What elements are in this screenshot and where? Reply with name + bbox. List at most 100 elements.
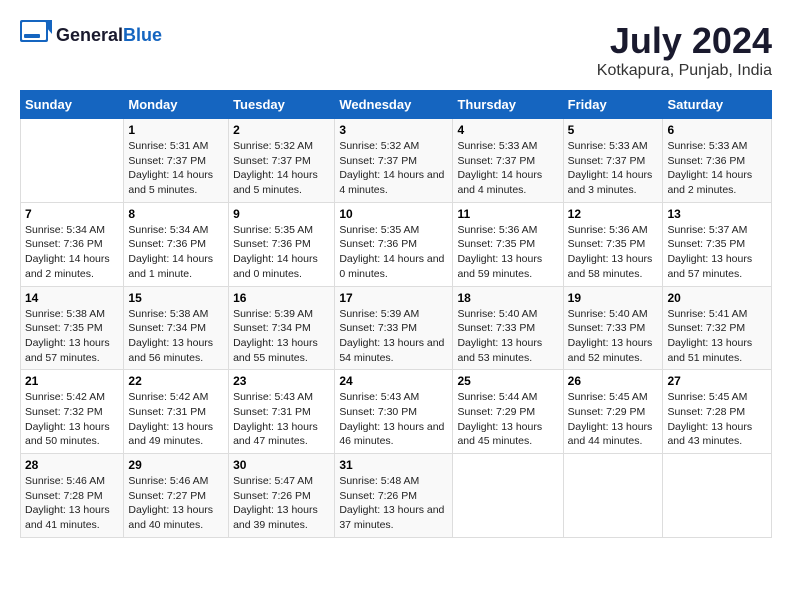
day-cell — [563, 454, 663, 538]
day-number: 12 — [568, 207, 659, 221]
day-info: Sunrise: 5:32 AMSunset: 7:37 PMDaylight:… — [233, 139, 330, 198]
day-cell: 30 Sunrise: 5:47 AMSunset: 7:26 PMDayligh… — [229, 454, 335, 538]
col-tuesday: Tuesday — [229, 91, 335, 119]
day-cell: 17 Sunrise: 5:39 AMSunset: 7:33 PMDayligh… — [335, 286, 453, 370]
day-cell — [21, 119, 124, 203]
day-cell: 15 Sunrise: 5:38 AMSunset: 7:34 PMDayligh… — [124, 286, 229, 370]
subtitle: Kotkapura, Punjab, India — [597, 62, 772, 80]
day-number: 6 — [667, 123, 767, 137]
col-wednesday: Wednesday — [335, 91, 453, 119]
day-cell: 10Sunrise: 5:35 AMSunset: 7:36 PMDayligh… — [335, 202, 453, 286]
day-info: Sunrise: 5:36 AMSunset: 7:35 PMDaylight:… — [457, 223, 558, 282]
week-row-3: 14 Sunrise: 5:38 AMSunset: 7:35 PMDayligh… — [21, 286, 772, 370]
day-number: 5 — [568, 123, 659, 137]
day-cell: 25 Sunrise: 5:44 AMSunset: 7:29 PMDayligh… — [453, 370, 563, 454]
day-number: 31 — [339, 458, 448, 472]
day-info: Sunrise: 5:39 AMSunset: 7:33 PMDaylight:… — [339, 307, 448, 366]
logo-text: GeneralBlue — [56, 25, 162, 46]
day-number: 8 — [128, 207, 224, 221]
day-cell: 11 Sunrise: 5:36 AMSunset: 7:35 PMDayligh… — [453, 202, 563, 286]
day-number: 17 — [339, 291, 448, 305]
day-number: 18 — [457, 291, 558, 305]
day-number: 16 — [233, 291, 330, 305]
day-cell: 20 Sunrise: 5:41 AMSunset: 7:32 PMDayligh… — [663, 286, 772, 370]
day-number: 11 — [457, 207, 558, 221]
day-number: 24 — [339, 374, 448, 388]
day-number: 23 — [233, 374, 330, 388]
header-row: Sunday Monday Tuesday Wednesday Thursday… — [21, 91, 772, 119]
day-info: Sunrise: 5:33 AMSunset: 7:37 PMDaylight:… — [568, 139, 659, 198]
day-number: 30 — [233, 458, 330, 472]
day-cell: 26 Sunrise: 5:45 AMSunset: 7:29 PMDayligh… — [563, 370, 663, 454]
day-number: 1 — [128, 123, 224, 137]
logo-icon — [20, 20, 52, 50]
day-info: Sunrise: 5:36 AMSunset: 7:35 PMDaylight:… — [568, 223, 659, 282]
day-info: Sunrise: 5:38 AMSunset: 7:35 PMDaylight:… — [25, 307, 119, 366]
day-cell: 12 Sunrise: 5:36 AMSunset: 7:35 PMDayligh… — [563, 202, 663, 286]
day-number: 25 — [457, 374, 558, 388]
week-row-2: 7 Sunrise: 5:34 AMSunset: 7:36 PMDaylight… — [21, 202, 772, 286]
day-info: Sunrise: 5:40 AMSunset: 7:33 PMDaylight:… — [457, 307, 558, 366]
day-number: 29 — [128, 458, 224, 472]
col-saturday: Saturday — [663, 91, 772, 119]
day-number: 15 — [128, 291, 224, 305]
day-cell: 2 Sunrise: 5:32 AMSunset: 7:37 PMDaylight… — [229, 119, 335, 203]
day-number: 14 — [25, 291, 119, 305]
day-info: Sunrise: 5:31 AMSunset: 7:37 PMDaylight:… — [128, 139, 224, 198]
day-number: 19 — [568, 291, 659, 305]
day-number: 28 — [25, 458, 119, 472]
day-info: Sunrise: 5:34 AMSunset: 7:36 PMDaylight:… — [128, 223, 224, 282]
day-info: Sunrise: 5:33 AMSunset: 7:36 PMDaylight:… — [667, 139, 767, 198]
day-info: Sunrise: 5:39 AMSunset: 7:34 PMDaylight:… — [233, 307, 330, 366]
day-cell: 14 Sunrise: 5:38 AMSunset: 7:35 PMDayligh… — [21, 286, 124, 370]
week-row-4: 21Sunrise: 5:42 AMSunset: 7:32 PMDayligh… — [21, 370, 772, 454]
header: GeneralBlue July 2024 Kotkapura, Punjab,… — [20, 20, 772, 80]
day-cell: 23 Sunrise: 5:43 AMSunset: 7:31 PMDayligh… — [229, 370, 335, 454]
main-title: July 2024 — [597, 20, 772, 62]
col-thursday: Thursday — [453, 91, 563, 119]
day-number: 22 — [128, 374, 224, 388]
day-number: 13 — [667, 207, 767, 221]
day-info: Sunrise: 5:41 AMSunset: 7:32 PMDaylight:… — [667, 307, 767, 366]
day-cell: 22 Sunrise: 5:42 AMSunset: 7:31 PMDayligh… — [124, 370, 229, 454]
logo-general: General — [56, 25, 123, 45]
day-info: Sunrise: 5:44 AMSunset: 7:29 PMDaylight:… — [457, 390, 558, 449]
day-info: Sunrise: 5:43 AMSunset: 7:30 PMDaylight:… — [339, 390, 448, 449]
day-number: 9 — [233, 207, 330, 221]
day-cell — [663, 454, 772, 538]
day-cell: 21Sunrise: 5:42 AMSunset: 7:32 PMDayligh… — [21, 370, 124, 454]
day-info: Sunrise: 5:45 AMSunset: 7:29 PMDaylight:… — [568, 390, 659, 449]
day-info: Sunrise: 5:38 AMSunset: 7:34 PMDaylight:… — [128, 307, 224, 366]
day-cell: 16 Sunrise: 5:39 AMSunset: 7:34 PMDayligh… — [229, 286, 335, 370]
day-number: 20 — [667, 291, 767, 305]
day-number: 21 — [25, 374, 119, 388]
day-info: Sunrise: 5:37 AMSunset: 7:35 PMDaylight:… — [667, 223, 767, 282]
day-number: 10 — [339, 207, 448, 221]
day-cell: 4Sunrise: 5:33 AMSunset: 7:37 PMDaylight… — [453, 119, 563, 203]
day-number: 27 — [667, 374, 767, 388]
week-row-1: 1 Sunrise: 5:31 AMSunset: 7:37 PMDaylight… — [21, 119, 772, 203]
day-cell: 1 Sunrise: 5:31 AMSunset: 7:37 PMDaylight… — [124, 119, 229, 203]
day-cell: 24 Sunrise: 5:43 AMSunset: 7:30 PMDayligh… — [335, 370, 453, 454]
logo-blue: Blue — [123, 25, 162, 45]
day-cell: 27 Sunrise: 5:45 AMSunset: 7:28 PMDayligh… — [663, 370, 772, 454]
day-cell: 3Sunrise: 5:32 AMSunset: 7:37 PMDaylight… — [335, 119, 453, 203]
day-info: Sunrise: 5:35 AMSunset: 7:36 PMDaylight:… — [233, 223, 330, 282]
day-info: Sunrise: 5:43 AMSunset: 7:31 PMDaylight:… — [233, 390, 330, 449]
day-info: Sunrise: 5:40 AMSunset: 7:33 PMDaylight:… — [568, 307, 659, 366]
day-cell: 28 Sunrise: 5:46 AMSunset: 7:28 PMDayligh… — [21, 454, 124, 538]
day-number: 26 — [568, 374, 659, 388]
logo: GeneralBlue — [20, 20, 162, 50]
day-cell: 31Sunrise: 5:48 AMSunset: 7:26 PMDayligh… — [335, 454, 453, 538]
day-number: 3 — [339, 123, 448, 137]
calendar-table: Sunday Monday Tuesday Wednesday Thursday… — [20, 90, 772, 538]
day-info: Sunrise: 5:47 AMSunset: 7:26 PMDaylight:… — [233, 474, 330, 533]
day-number: 2 — [233, 123, 330, 137]
day-info: Sunrise: 5:45 AMSunset: 7:28 PMDaylight:… — [667, 390, 767, 449]
day-info: Sunrise: 5:42 AMSunset: 7:31 PMDaylight:… — [128, 390, 224, 449]
day-cell: 5 Sunrise: 5:33 AMSunset: 7:37 PMDaylight… — [563, 119, 663, 203]
day-info: Sunrise: 5:46 AMSunset: 7:28 PMDaylight:… — [25, 474, 119, 533]
day-cell: 8 Sunrise: 5:34 AMSunset: 7:36 PMDaylight… — [124, 202, 229, 286]
day-number: 7 — [25, 207, 119, 221]
day-cell: 29Sunrise: 5:46 AMSunset: 7:27 PMDayligh… — [124, 454, 229, 538]
